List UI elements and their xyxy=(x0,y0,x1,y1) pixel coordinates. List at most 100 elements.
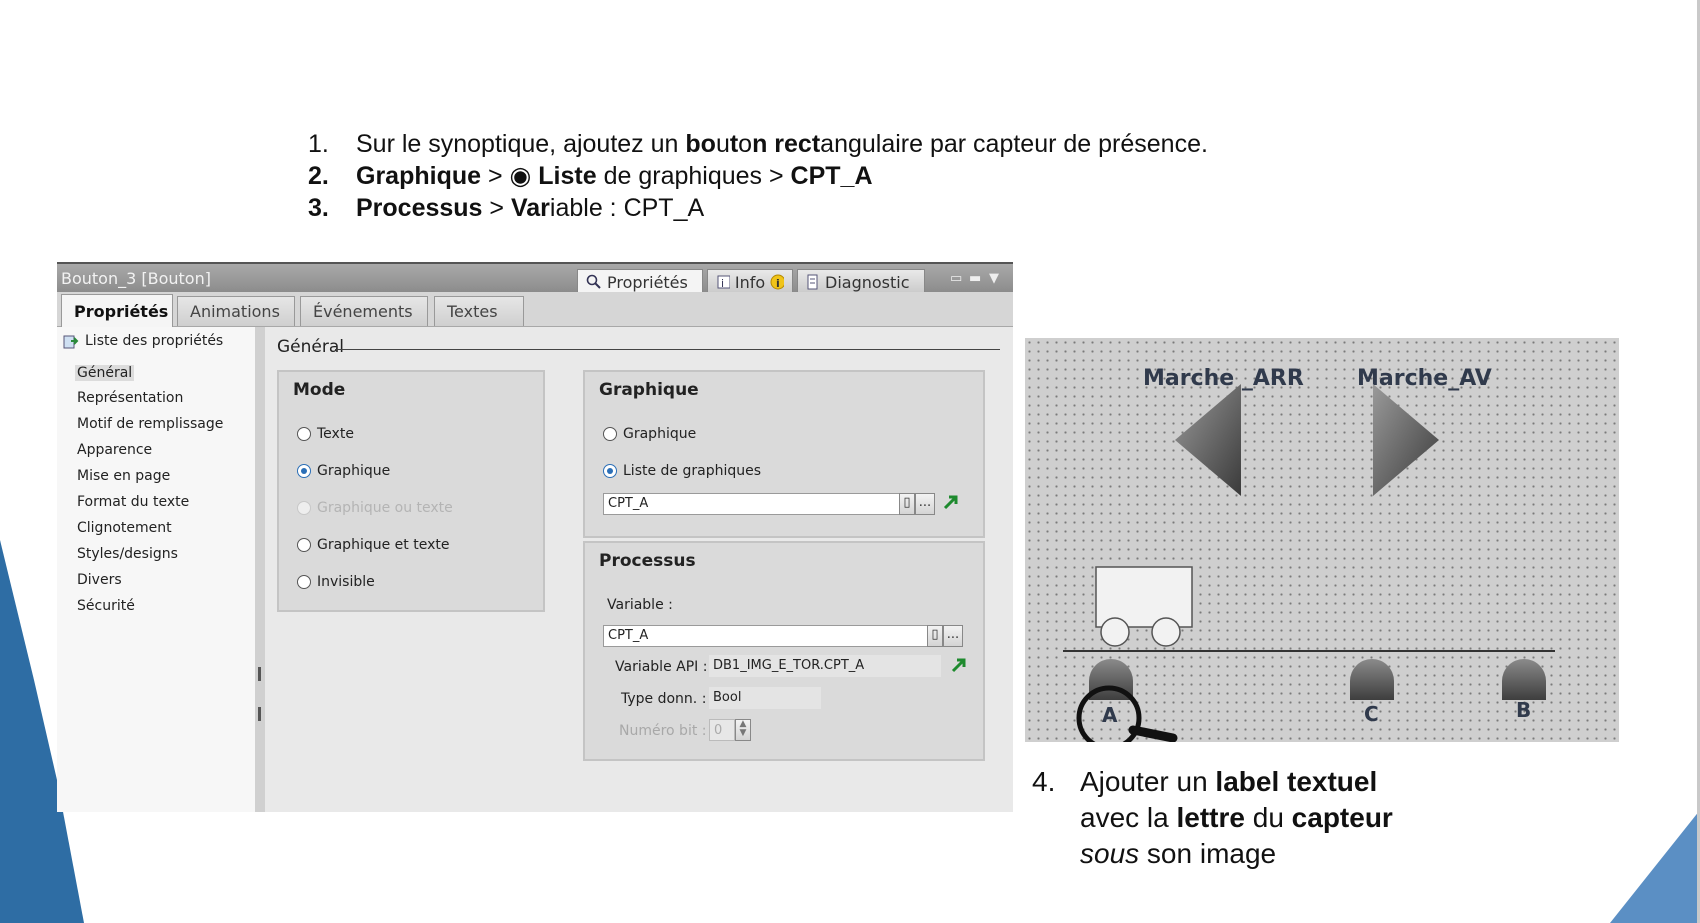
nav-item-styles-designs[interactable]: Styles/designs xyxy=(77,546,178,562)
step-text-part: Graphique xyxy=(356,162,482,190)
step-text: avec la lettre du capteur xyxy=(1080,800,1393,836)
data-type-label: Type donn. : xyxy=(621,691,707,707)
graphique-group: Graphique Graphique Liste de graphiques … xyxy=(583,370,985,538)
properties-content: Général Mode Texte Graphique Graphique o… xyxy=(265,327,1013,812)
window-title: Bouton_3 [Bouton] xyxy=(61,269,211,288)
tab-info-top[interactable]: i Info i xyxy=(707,269,793,294)
instruction-step-4: 4. Ajouter un label textuel avec la lettre… xyxy=(1032,764,1393,872)
marche-av-arrow-icon[interactable] xyxy=(1373,384,1439,496)
step-text: Graphique > ◉ Liste de graphiques > CPT_… xyxy=(356,160,873,192)
step-number: 2. xyxy=(308,162,329,190)
radio-graphique-et-texte[interactable]: Graphique et texte xyxy=(297,537,449,553)
radio-button[interactable] xyxy=(297,575,311,589)
tab-animations[interactable]: Animations xyxy=(177,296,295,326)
step-text: Processus > Variable : CPT_A xyxy=(356,192,704,224)
radio-button xyxy=(297,501,311,515)
nav-item-apparence[interactable]: Apparence xyxy=(77,442,152,458)
step-4-line: 4. Ajouter un label textuel xyxy=(1032,764,1393,800)
nav-item-motif-remplissage[interactable]: Motif de remplissage xyxy=(77,416,223,432)
instruction-step-1: 1. Sur le synoptique, ajoutez un bouton r… xyxy=(308,128,1208,160)
section-divider xyxy=(335,349,1000,350)
instruction-step-2: 2. Graphique > ◉ Liste de graphiques > CP… xyxy=(308,160,1208,192)
variable-label: Variable : xyxy=(607,597,673,613)
variable-more-button[interactable]: ... xyxy=(943,625,963,647)
step-text-part: du xyxy=(1244,802,1292,833)
nav-item-format-texte[interactable]: Format du texte xyxy=(77,494,189,510)
splitter-handle[interactable] xyxy=(258,667,261,681)
tab-diagnostic-top[interactable]: Diagnostic xyxy=(797,269,925,294)
radio-button[interactable] xyxy=(603,427,617,441)
step-text-part: label textuel xyxy=(1215,766,1378,797)
nav-item-representation[interactable]: Représentation xyxy=(77,390,183,406)
radio-graphique-simple[interactable]: Graphique xyxy=(603,426,696,442)
radio-button[interactable] xyxy=(297,538,311,552)
step-number: 1. xyxy=(308,130,329,158)
graphics-list-browse-icon[interactable]: ▯ xyxy=(899,493,915,515)
radio-button[interactable] xyxy=(603,464,617,478)
step-text-part: Liste xyxy=(538,162,597,190)
radio-button[interactable] xyxy=(297,427,311,441)
sensor-b-icon[interactable] xyxy=(1502,659,1546,700)
nav-item-general[interactable]: Général xyxy=(75,365,135,381)
step-text-part: CPT_A xyxy=(790,162,873,190)
variable-browse-icon[interactable]: ▯ xyxy=(927,625,943,647)
warning-info-icon: i xyxy=(770,274,784,290)
step-number xyxy=(1032,836,1080,872)
marche-arr-arrow-icon[interactable] xyxy=(1175,384,1241,496)
nav-item-securite[interactable]: Sécurité xyxy=(77,598,135,614)
radio-graphique-ou-texte: Graphique ou texte xyxy=(297,500,453,516)
step-text-part: de graphiques > xyxy=(596,162,791,190)
float-window-icon[interactable]: ▭ xyxy=(950,271,962,286)
diagnostic-icon xyxy=(807,274,818,290)
bit-number-label: Numéro bit : xyxy=(619,723,707,739)
radio-graphique[interactable]: Graphique xyxy=(297,463,390,479)
property-navigation: Liste des propriétés Général Représentat… xyxy=(57,327,257,812)
sensor-c-icon[interactable] xyxy=(1350,659,1394,700)
step-text-part: sous xyxy=(1080,838,1140,869)
goto-arrow-icon[interactable] xyxy=(943,494,959,510)
step-text-part: n rect xyxy=(752,130,821,158)
svg-text:i: i xyxy=(721,277,724,290)
section-title: Général xyxy=(277,337,344,357)
tab-proprietes-top[interactable]: Propriétés xyxy=(577,269,703,294)
step-4-line: sous son image xyxy=(1032,836,1393,872)
step-text-part: > ◉ xyxy=(481,162,539,190)
property-list-header[interactable]: Liste des propriétés xyxy=(63,333,223,349)
radio-liste-graphiques[interactable]: Liste de graphiques xyxy=(603,463,761,479)
sensor-b-letter: B xyxy=(1516,698,1532,722)
processus-group: Processus Variable : CPT_A ▯ ... Variabl… xyxy=(583,541,985,761)
step-4-line: avec la lettre du capteur xyxy=(1032,800,1393,836)
splitter-handle[interactable] xyxy=(258,707,261,721)
svg-text:i: i xyxy=(776,277,780,290)
sensor-c-letter: C xyxy=(1364,702,1379,726)
tab-proprietes[interactable]: Propriétés xyxy=(61,294,173,327)
api-variable-value: DB1_IMG_E_TOR.CPT_A xyxy=(709,655,941,677)
step-text-part: son image xyxy=(1139,838,1277,869)
graphics-list-more-button[interactable]: ... xyxy=(915,493,935,515)
nav-item-clignotement[interactable]: Clignotement xyxy=(77,520,172,536)
tab-textes[interactable]: Textes xyxy=(434,296,524,326)
dropdown-arrow-icon[interactable]: ▼ xyxy=(989,271,999,286)
radio-invisible[interactable]: Invisible xyxy=(297,574,375,590)
tab-evenements[interactable]: Événements xyxy=(300,296,428,326)
data-type-value: Bool xyxy=(709,687,821,709)
radio-button[interactable] xyxy=(297,464,311,478)
radio-texte[interactable]: Texte xyxy=(297,426,354,442)
nav-item-mise-en-page[interactable]: Mise en page xyxy=(77,468,170,484)
instruction-step-3: 3. Processus > Variable : CPT_A xyxy=(308,192,1208,224)
step-text-part: avec la xyxy=(1080,802,1177,833)
step-text-part: Var xyxy=(510,194,550,222)
nav-item-divers[interactable]: Divers xyxy=(77,572,122,588)
step-text-part: angulaire par capteur de présence. xyxy=(820,130,1208,158)
minimize-icon[interactable]: ▬ xyxy=(969,271,981,286)
variable-field[interactable]: CPT_A xyxy=(603,625,929,647)
step-text-part: u xyxy=(715,130,730,158)
hmi-synoptic-preview: Marche _ARR Marche_AV A C B xyxy=(1025,338,1619,742)
sensor-a-letter: A xyxy=(1102,703,1118,727)
instruction-list: 1. Sur le synoptique, ajoutez un bouton r… xyxy=(308,128,1208,224)
bit-number-stepper[interactable]: ▲ ▼ xyxy=(735,719,751,741)
step-number: 4. xyxy=(1032,766,1056,797)
goto-arrow-icon[interactable] xyxy=(951,657,967,673)
properties-icon xyxy=(586,274,601,289)
graphics-list-field[interactable]: CPT_A xyxy=(603,493,901,515)
